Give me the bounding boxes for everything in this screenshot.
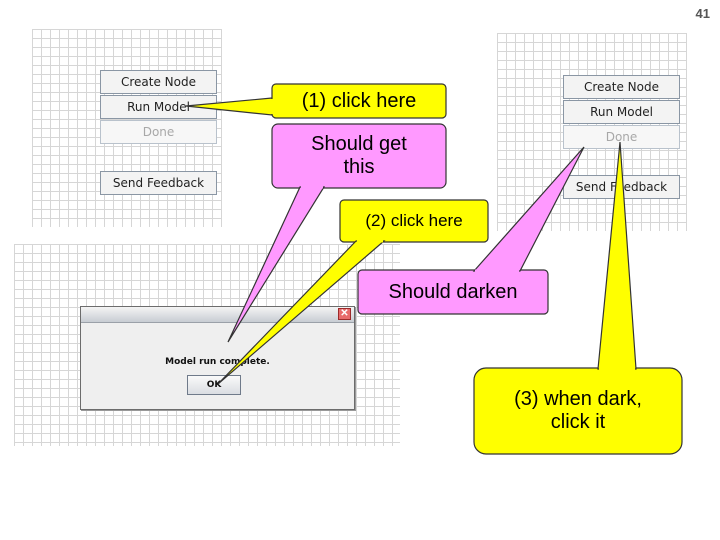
callout-click-here-1: (1) click here <box>301 89 417 112</box>
callout-when-dark-tail <box>597 141 637 370</box>
callout-should-get-tail <box>227 186 326 343</box>
callout-should-darken: Should darken <box>388 280 518 303</box>
callout-click-here-1-shape <box>185 97 273 116</box>
callout-when-dark-line1: (3) when dark, <box>514 388 642 410</box>
callout-should-get-line1: Should get <box>311 133 407 155</box>
callout-click-here-2: (2) click here <box>365 211 463 231</box>
callout-should-darken-tail <box>472 146 585 272</box>
callout-when-dark-line2: click it <box>550 411 606 433</box>
callout-should-get-line2: this <box>343 156 375 178</box>
callout-when-dark: (3) when dark, click it <box>474 368 682 454</box>
callout-should-get: Should get this <box>272 124 446 188</box>
